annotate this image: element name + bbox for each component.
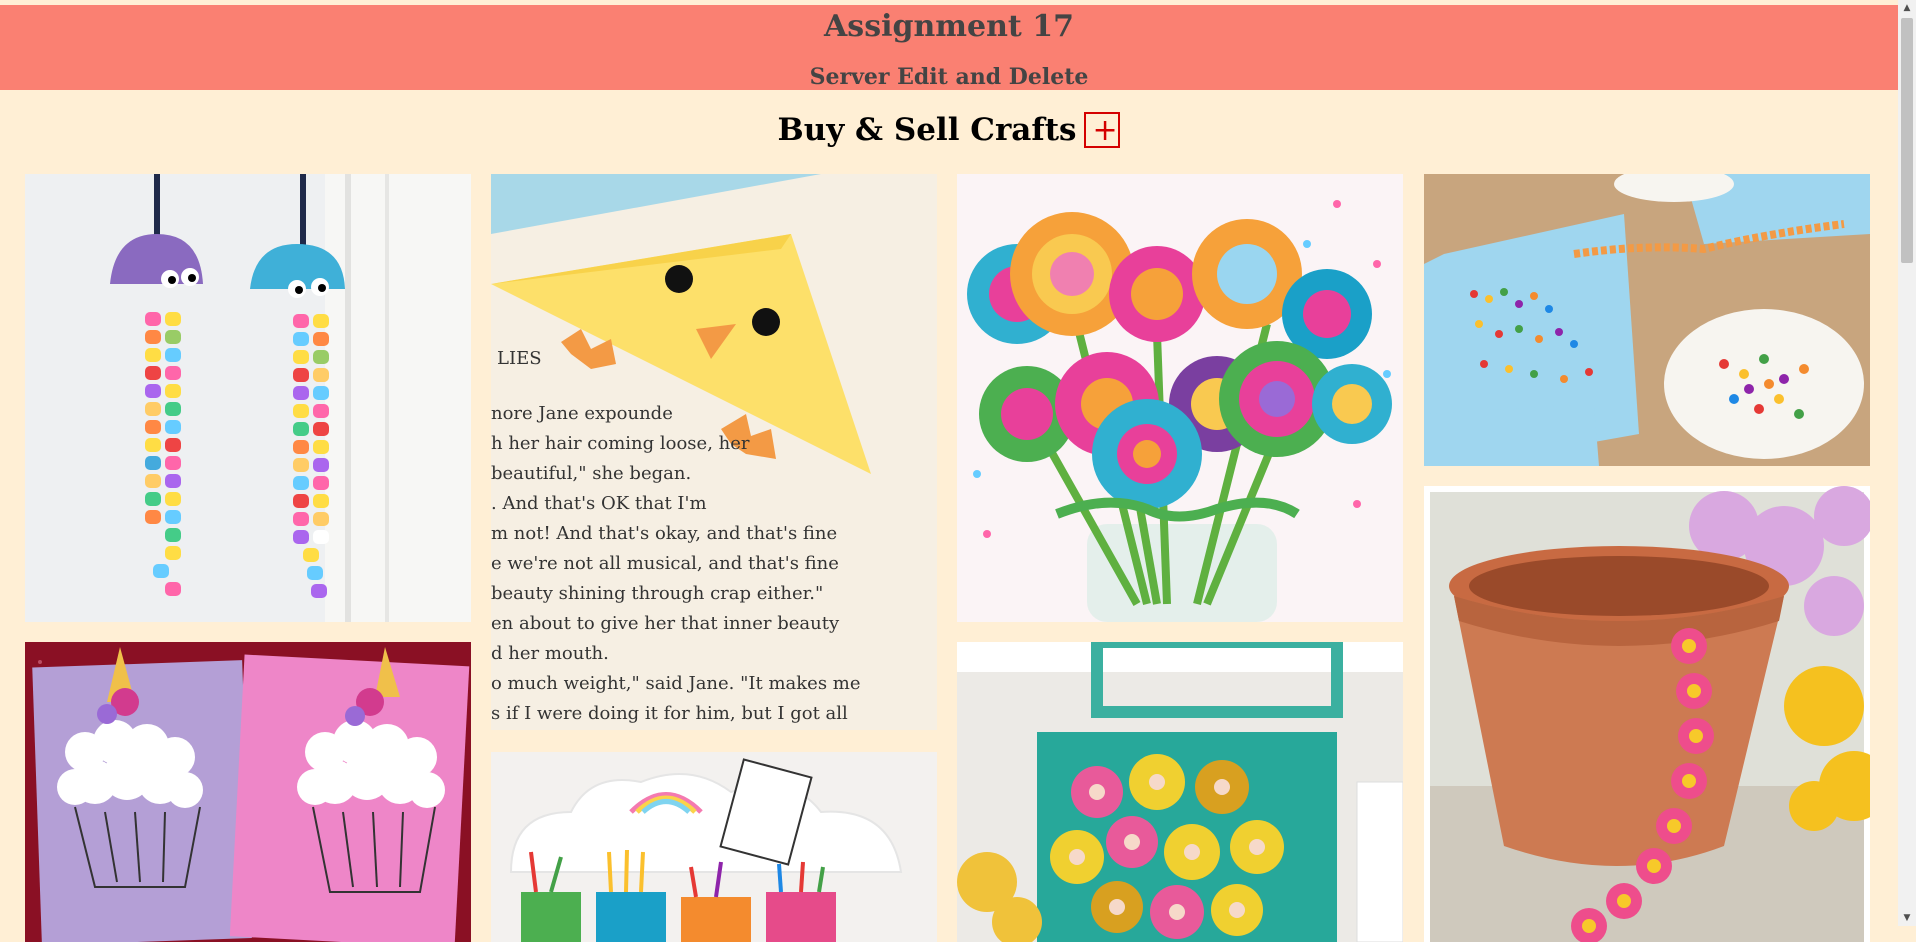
svg-text:e we're not all musical, and t: e we're not all musical, and that's fine: [491, 553, 839, 574]
svg-text:d her mouth.: d her mouth.: [491, 643, 609, 664]
page-subtitle: Server Edit and Delete: [809, 64, 1089, 90]
svg-text:. And that's OK that I'm: . And that's OK that I'm: [491, 493, 707, 514]
svg-text:o much weight," said Jane. "It: o much weight," said Jane. "It makes me: [491, 673, 861, 694]
craft-card-flower-pot[interactable]: [1424, 486, 1870, 942]
svg-text:beautiful," she began.: beautiful," she began.: [491, 463, 691, 484]
page-scrollbar[interactable]: ▲ ▼: [1898, 0, 1916, 926]
craft-card-unicorn-cupcake[interactable]: [25, 642, 471, 942]
svg-text:beauty shining through crap ei: beauty shining through crap either.": [491, 583, 823, 604]
craft-card-egg-carton-flowers[interactable]: [957, 642, 1403, 942]
chick-bookmark-craft-image: LIES nore Jane expounde h her hair comin…: [491, 174, 937, 730]
crafts-heading: Buy & Sell Crafts +: [0, 108, 1898, 152]
add-craft-button[interactable]: +: [1084, 112, 1121, 148]
jellyfish-craft-image: [25, 174, 471, 622]
craft-card-chick-bookmark[interactable]: LIES nore Jane expounde h her hair comin…: [491, 174, 937, 730]
scroll-up-icon[interactable]: ▲: [1898, 0, 1916, 16]
scrollbar-thumb[interactable]: [1901, 18, 1913, 263]
scroll-down-icon[interactable]: ▼: [1898, 910, 1916, 926]
flower-pot-craft-image: [1424, 486, 1870, 942]
craft-card-rainbow-organizer[interactable]: [491, 752, 937, 942]
page-title: Assignment 17: [824, 9, 1074, 44]
egg-carton-flowers-craft-image: [957, 642, 1403, 942]
svg-text:LIES: LIES: [497, 348, 542, 369]
craft-card-cereal-counting[interactable]: [1424, 174, 1870, 466]
svg-text:m not! And that's okay, and th: m not! And that's okay, and that's fine: [491, 523, 837, 544]
svg-text:h her hair coming loose, her: h her hair coming loose, her: [491, 433, 750, 454]
svg-text:s if I were doing it for him,: s if I were doing it for him, but I got …: [491, 703, 848, 724]
craft-card-jellyfish[interactable]: [25, 174, 471, 622]
unicorn-cupcake-craft-image: [25, 642, 471, 942]
svg-text:en about to give her that inne: en about to give her that inner beauty: [491, 613, 840, 634]
rainbow-organizer-craft-image: [491, 752, 937, 942]
felt-flowers-craft-image: [957, 174, 1403, 622]
cereal-counting-craft-image: [1424, 174, 1870, 466]
svg-text:nore Jane expounde: nore Jane expounde: [491, 403, 673, 424]
section-title: Buy & Sell Crafts: [777, 112, 1077, 148]
page-header: Assignment 17 Server Edit and Delete: [0, 5, 1898, 90]
craft-card-felt-flowers[interactable]: [957, 174, 1403, 622]
